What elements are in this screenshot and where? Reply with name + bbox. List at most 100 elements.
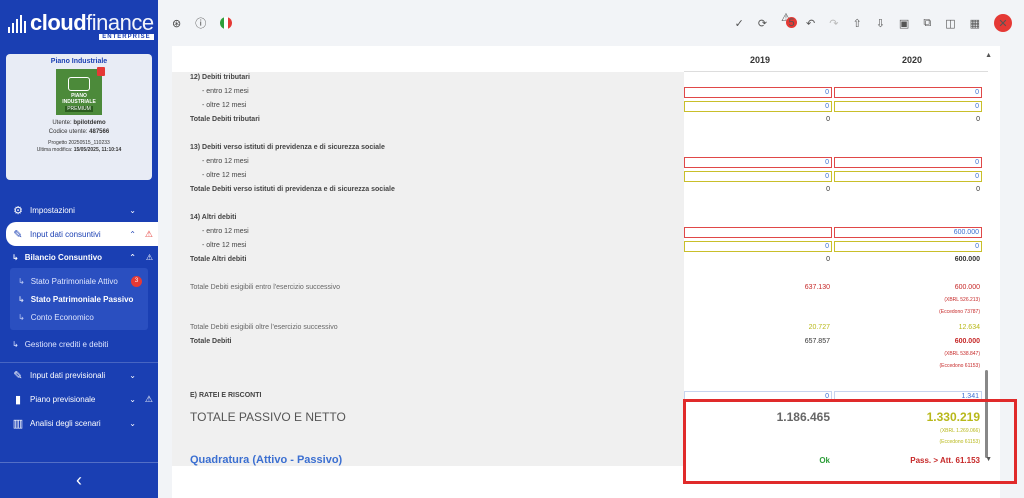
row-label: - oltre 12 mesi xyxy=(202,242,247,249)
nav-leaf-income-label: Conto Economico xyxy=(30,312,94,322)
chevron-left-icon: ‹ xyxy=(76,470,82,490)
upload-icon[interactable]: ⇧ xyxy=(852,17,861,30)
chevron-up-icon: ⌃ xyxy=(129,229,136,239)
nav-credits-label: Gestione crediti e debiti xyxy=(24,339,109,349)
table-row: 12) Debiti tributari xyxy=(172,72,988,84)
nav-leaf-assets[interactable]: ↳ Stato Patrimoniale Attivo 3 xyxy=(10,272,148,290)
nav-input-forecast[interactable]: ✎ Input dati previsionali ⌄ xyxy=(0,363,158,387)
nav-leaf-income[interactable]: ↳ Conto Economico xyxy=(10,308,148,326)
check-icon[interactable]: ✓ xyxy=(735,17,744,30)
refresh-icon[interactable]: ⟳ xyxy=(758,17,767,30)
brand-edition: ENTERPRISE xyxy=(99,34,154,40)
value-input[interactable]: 0 xyxy=(684,241,832,252)
nav-balance[interactable]: ↳ Bilancio Consuntivo ⌃ ⚠ xyxy=(0,246,158,268)
table-row: Totale Debiti verso istituti di previden… xyxy=(172,184,988,196)
save-icon[interactable]: ▣ xyxy=(899,17,909,30)
value-input[interactable]: 0 xyxy=(834,101,982,112)
modified-value: 15/05/2025, 11:10:14 xyxy=(73,147,122,153)
table-row: Totale Debiti esigibili entro l'esercizi… xyxy=(172,282,988,315)
subitem-arrow-icon: ↳ xyxy=(12,339,19,349)
nav-forecast-plan-label: Piano previsionale xyxy=(30,394,96,404)
value-cell: 657.857 xyxy=(804,338,830,345)
scroll-up-icon[interactable]: ▲ xyxy=(985,52,992,59)
assets-badge: 3 xyxy=(131,275,142,287)
table-row: 13) Debiti verso istituti di previdenza … xyxy=(172,142,988,154)
xbrl-note: (Eccedono 61153) xyxy=(939,363,981,369)
value-cell: 0 xyxy=(976,186,980,193)
value-input[interactable]: 0 xyxy=(684,171,832,182)
close-icon: ✕ xyxy=(998,17,1008,30)
value-input[interactable]: 0 xyxy=(684,87,832,98)
xbrl-note: (XBRL 538.847) xyxy=(944,351,980,357)
table-row: - oltre 12 mesi 0 0 xyxy=(172,240,988,252)
nav-credits[interactable]: ↳ Gestione crediti e debiti xyxy=(0,330,158,358)
support-icon[interactable]: ⊛ xyxy=(172,17,181,30)
user-value: bpilotdemo xyxy=(73,120,106,126)
value-input[interactable]: 0 xyxy=(684,157,832,168)
alert-icon[interactable]: ⚠ 5 xyxy=(781,11,798,35)
project-card-title: Piano Industriale xyxy=(50,58,108,65)
table-row: - oltre 12 mesi 0 0 xyxy=(172,100,988,112)
subitem-arrow-icon: ↳ xyxy=(18,276,25,286)
row-label: Totale Altri debiti xyxy=(190,256,247,263)
nav-input-forecast-label: Input dati previsionali xyxy=(30,370,106,380)
copy-icon[interactable]: ⧉ xyxy=(923,17,931,30)
table-row: - entro 12 mesi 0 0 xyxy=(172,156,988,168)
download-icon[interactable]: ⇩ xyxy=(876,17,885,30)
board-icon[interactable]: ▦ xyxy=(970,17,980,30)
row-label: Totale Debiti tributari xyxy=(190,116,260,123)
value-cell: 0 xyxy=(826,186,830,193)
nav-leaf-liabilities-label: Stato Patrimoniale Passivo xyxy=(30,294,134,304)
collapse-sidebar-button[interactable]: ‹ xyxy=(0,462,158,498)
value-input[interactable]: 600.000 xyxy=(834,227,982,238)
subitem-arrow-icon: ↳ xyxy=(18,312,25,322)
nav-input-actual[interactable]: ✎ Input dati consuntivi ⌃ ⚠ xyxy=(6,222,158,246)
warning-icon: ⚠ xyxy=(144,228,153,239)
edit-icon: ✎ xyxy=(13,369,23,382)
nav-scenarios[interactable]: ▥ Analisi degli scenari ⌄ xyxy=(0,411,158,435)
row-label: 14) Altri debiti xyxy=(190,214,237,221)
value-cell: 12.634 xyxy=(958,324,980,331)
nav-balance-label: Bilancio Consuntivo xyxy=(24,252,103,262)
split-view-icon[interactable]: ◫ xyxy=(945,17,955,30)
row-label: Totale Debiti verso istituti di previden… xyxy=(190,186,395,193)
modified-label: Ultima modifica: xyxy=(36,147,73,153)
row-label: - entro 12 mesi xyxy=(202,88,249,95)
project-card: Piano Industriale PIANO INDUSTRIALE PREM… xyxy=(6,54,152,180)
italian-flag-icon[interactable] xyxy=(220,17,233,29)
pdf-icon xyxy=(97,67,105,76)
nav-settings[interactable]: ⚙ Impostazioni ⌄ xyxy=(0,198,158,222)
year-header: 2019 2020 xyxy=(684,46,988,72)
redo-icon[interactable]: ↷ xyxy=(829,17,838,30)
sidebar-nav: ⚙ Impostazioni ⌄ ✎ Input dati consuntivi… xyxy=(0,190,158,435)
edit-icon: ✎ xyxy=(13,228,23,241)
project-line: Progetto 20250515_110233 xyxy=(48,140,110,146)
chevron-up-icon: ⌃ xyxy=(129,252,136,262)
value-input[interactable]: 0 xyxy=(684,101,832,112)
value-input[interactable] xyxy=(684,227,832,238)
nav-forecast-plan[interactable]: ▮ Piano previsionale ⌄ ⚠ xyxy=(0,387,158,411)
project-image: PIANO INDUSTRIALE PREMIUM xyxy=(56,67,105,115)
row-label: - entro 12 mesi xyxy=(202,228,249,235)
nav-settings-label: Impostazioni xyxy=(30,205,75,215)
value-cell: 600.000 xyxy=(954,284,980,291)
value-cell: 600.000 xyxy=(954,338,980,345)
close-button[interactable]: ✕ xyxy=(994,14,1012,32)
chart-icon xyxy=(68,77,90,91)
code-value: 487566 xyxy=(89,129,110,135)
sidebar: cloudfinance ENTERPRISE Piano Industrial… xyxy=(0,0,158,498)
table-row: Totale Debiti 657.857 600.000 (XBRL 538.847… xyxy=(172,336,988,369)
value-input[interactable]: 0 xyxy=(834,241,982,252)
subitem-arrow-icon: ↳ xyxy=(18,294,25,304)
value-input[interactable]: 0 xyxy=(834,157,982,168)
chevron-down-icon: ⌄ xyxy=(129,418,136,428)
help-icon[interactable]: ⓘ xyxy=(195,15,206,31)
value-input[interactable]: 0 xyxy=(834,171,982,182)
brand-logo[interactable]: cloudfinance ENTERPRISE xyxy=(0,0,158,46)
total-label: TOTALE PASSIVO E NETTO xyxy=(190,410,346,424)
table-row: 14) Altri debiti xyxy=(172,212,988,224)
undo-icon[interactable]: ↶ xyxy=(806,17,815,30)
nav-leaf-liabilities[interactable]: ↳ Stato Patrimoniale Passivo xyxy=(10,290,148,308)
value-input[interactable]: 0 xyxy=(834,87,982,98)
code-label: Codice utente: xyxy=(48,129,88,135)
